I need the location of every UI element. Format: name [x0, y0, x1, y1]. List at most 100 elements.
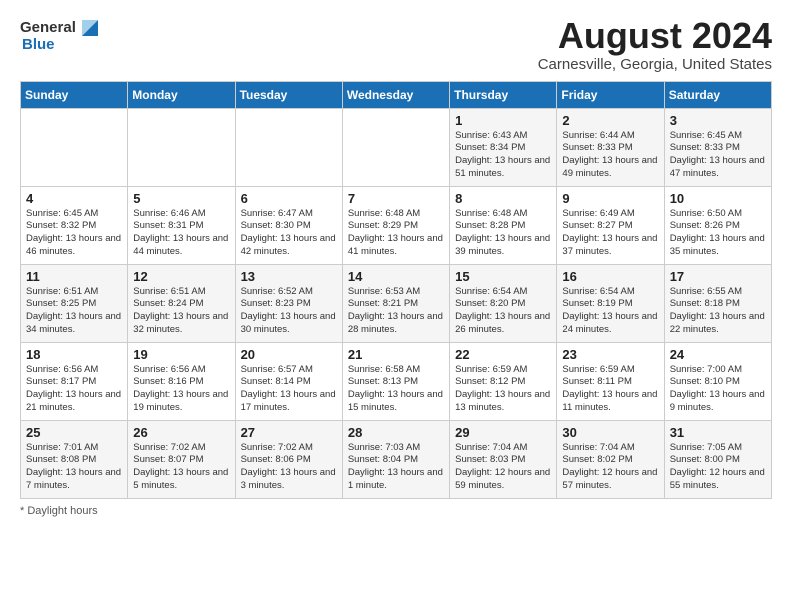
- day-number: 12: [133, 269, 229, 284]
- table-row: 29 Sunrise: 7:04 AM Sunset: 8:03 PM Dayli…: [450, 420, 557, 498]
- table-row: 22 Sunrise: 6:59 AM Sunset: 8:12 PM Dayli…: [450, 342, 557, 420]
- day-number: 29: [455, 425, 551, 440]
- day-number: 31: [670, 425, 766, 440]
- day-number: 30: [562, 425, 658, 440]
- day-number: 1: [455, 113, 551, 128]
- day-number: 28: [348, 425, 444, 440]
- day-number: 26: [133, 425, 229, 440]
- table-row: 27Sunrise: 7:02 AM Sunset: 8:06 PM Dayli…: [235, 420, 342, 498]
- day-info: Sunrise: 6:50 AM Sunset: 8:26 PM Dayligh…: [670, 208, 766, 259]
- table-row: 5 Sunrise: 6:46 AM Sunset: 8:31 PM Daylig…: [128, 186, 235, 264]
- day-info: Sunrise: 6:44 AM Sunset: 8:33 PM Dayligh…: [562, 130, 658, 181]
- day-number: 11: [26, 269, 122, 284]
- day-number: 10: [670, 191, 766, 206]
- day-number: 22: [455, 347, 551, 362]
- table-row: 4Sunrise: 6:45 AM Sunset: 8:32 PM Daylig…: [21, 186, 128, 264]
- table-row: 1 Sunrise: 6:43 AM Sunset: 8:34 PM Daylig…: [450, 108, 557, 186]
- logo-blue-text: Blue: [22, 36, 55, 53]
- table-row: 20 Sunrise: 6:57 AM Sunset: 8:14 PM Dayli…: [235, 342, 342, 420]
- day-info: Sunrise: 6:51 AM Sunset: 8:24 PM Dayligh…: [133, 286, 229, 337]
- day-number: 4: [26, 191, 122, 206]
- table-row: 14Sunrise: 6:53 AM Sunset: 8:21 PM Dayli…: [342, 264, 449, 342]
- day-number: 25: [26, 425, 122, 440]
- day-info: Sunrise: 6:47 AM Sunset: 8:30 PM Dayligh…: [241, 208, 337, 259]
- table-row: [21, 108, 128, 186]
- day-info: Sunrise: 6:58 AM Sunset: 8:13 PM Dayligh…: [348, 364, 444, 415]
- header-friday: Friday: [557, 81, 664, 108]
- header-thursday: Thursday: [450, 81, 557, 108]
- table-row: [128, 108, 235, 186]
- day-number: 27: [241, 425, 337, 440]
- table-row: 23 Sunrise: 6:59 AM Sunset: 8:11 PM Dayli…: [557, 342, 664, 420]
- table-row: 9 Sunrise: 6:49 AM Sunset: 8:27 PM Daylig…: [557, 186, 664, 264]
- day-number: 17: [670, 269, 766, 284]
- table-row: 13 Sunrise: 6:52 AM Sunset: 8:23 PM Dayli…: [235, 264, 342, 342]
- day-info: Sunrise: 6:55 AM Sunset: 8:18 PM Dayligh…: [670, 286, 766, 337]
- day-info: Sunrise: 7:01 AM Sunset: 8:08 PM Dayligh…: [26, 442, 122, 493]
- header: General Blue August 2024 Carnesville, Ge…: [20, 16, 772, 73]
- day-number: 9: [562, 191, 658, 206]
- table-row: 15 Sunrise: 6:54 AM Sunset: 8:20 PM Dayli…: [450, 264, 557, 342]
- day-info: Sunrise: 6:51 AM Sunset: 8:25 PM Dayligh…: [26, 286, 122, 337]
- day-info: Sunrise: 6:59 AM Sunset: 8:11 PM Dayligh…: [562, 364, 658, 415]
- calendar-header: Sunday Monday Tuesday Wednesday Thursday…: [21, 81, 772, 108]
- day-info: Sunrise: 6:49 AM Sunset: 8:27 PM Dayligh…: [562, 208, 658, 259]
- day-number: 7: [348, 191, 444, 206]
- day-info: Sunrise: 6:53 AM Sunset: 8:21 PM Dayligh…: [348, 286, 444, 337]
- day-info: Sunrise: 6:54 AM Sunset: 8:20 PM Dayligh…: [455, 286, 551, 337]
- calendar-table: Sunday Monday Tuesday Wednesday Thursday…: [20, 81, 772, 499]
- calendar-title: August 2024: [538, 16, 772, 56]
- header-wednesday: Wednesday: [342, 81, 449, 108]
- day-number: 23: [562, 347, 658, 362]
- table-row: 28 Sunrise: 7:03 AM Sunset: 8:04 PM Dayli…: [342, 420, 449, 498]
- table-row: 18Sunrise: 6:56 AM Sunset: 8:17 PM Dayli…: [21, 342, 128, 420]
- day-info: Sunrise: 6:48 AM Sunset: 8:28 PM Dayligh…: [455, 208, 551, 259]
- table-row: [342, 108, 449, 186]
- table-row: 17 Sunrise: 6:55 AM Sunset: 8:18 PM Dayli…: [664, 264, 771, 342]
- logo-general-text: General: [20, 19, 76, 36]
- day-number: 13: [241, 269, 337, 284]
- header-sunday: Sunday: [21, 81, 128, 108]
- day-number: 19: [133, 347, 229, 362]
- day-number: 16: [562, 269, 658, 284]
- header-tuesday: Tuesday: [235, 81, 342, 108]
- day-info: Sunrise: 6:56 AM Sunset: 8:16 PM Dayligh…: [133, 364, 229, 415]
- table-row: [235, 108, 342, 186]
- day-info: Sunrise: 6:59 AM Sunset: 8:12 PM Dayligh…: [455, 364, 551, 415]
- table-row: 10 Sunrise: 6:50 AM Sunset: 8:26 PM Dayli…: [664, 186, 771, 264]
- table-row: 16 Sunrise: 6:54 AM Sunset: 8:19 PM Dayli…: [557, 264, 664, 342]
- table-row: 25 Sunrise: 7:01 AM Sunset: 8:08 PM Dayli…: [21, 420, 128, 498]
- title-area: August 2024 Carnesville, Georgia, United…: [538, 16, 772, 73]
- table-row: 31Sunrise: 7:05 AM Sunset: 8:00 PM Dayli…: [664, 420, 771, 498]
- day-number: 3: [670, 113, 766, 128]
- table-row: 24Sunrise: 7:00 AM Sunset: 8:10 PM Dayli…: [664, 342, 771, 420]
- day-info: Sunrise: 7:04 AM Sunset: 8:03 PM Dayligh…: [455, 442, 551, 493]
- day-number: 15: [455, 269, 551, 284]
- logo-triangle-icon: [78, 16, 102, 40]
- day-number: 20: [241, 347, 337, 362]
- day-number: 18: [26, 347, 122, 362]
- day-info: Sunrise: 6:46 AM Sunset: 8:31 PM Dayligh…: [133, 208, 229, 259]
- day-number: 21: [348, 347, 444, 362]
- header-saturday: Saturday: [664, 81, 771, 108]
- table-row: 3Sunrise: 6:45 AM Sunset: 8:33 PM Daylig…: [664, 108, 771, 186]
- calendar-subtitle: Carnesville, Georgia, United States: [538, 56, 772, 73]
- day-number: 24: [670, 347, 766, 362]
- day-info: Sunrise: 7:03 AM Sunset: 8:04 PM Dayligh…: [348, 442, 444, 493]
- table-row: 21 Sunrise: 6:58 AM Sunset: 8:13 PM Dayli…: [342, 342, 449, 420]
- day-info: Sunrise: 6:57 AM Sunset: 8:14 PM Dayligh…: [241, 364, 337, 415]
- day-number: 8: [455, 191, 551, 206]
- day-info: Sunrise: 6:54 AM Sunset: 8:19 PM Dayligh…: [562, 286, 658, 337]
- logo: General Blue: [20, 16, 102, 53]
- day-info: Sunrise: 6:43 AM Sunset: 8:34 PM Dayligh…: [455, 130, 551, 181]
- day-info: Sunrise: 7:02 AM Sunset: 8:07 PM Dayligh…: [133, 442, 229, 493]
- day-info: Sunrise: 6:52 AM Sunset: 8:23 PM Dayligh…: [241, 286, 337, 337]
- table-row: 8 Sunrise: 6:48 AM Sunset: 8:28 PM Daylig…: [450, 186, 557, 264]
- header-monday: Monday: [128, 81, 235, 108]
- day-number: 5: [133, 191, 229, 206]
- table-row: 2Sunrise: 6:44 AM Sunset: 8:33 PM Daylig…: [557, 108, 664, 186]
- calendar-body: 1 Sunrise: 6:43 AM Sunset: 8:34 PM Daylig…: [21, 108, 772, 498]
- table-row: 26 Sunrise: 7:02 AM Sunset: 8:07 PM Dayli…: [128, 420, 235, 498]
- table-row: 12 Sunrise: 6:51 AM Sunset: 8:24 PM Dayli…: [128, 264, 235, 342]
- table-row: 7Sunrise: 6:48 AM Sunset: 8:29 PM Daylig…: [342, 186, 449, 264]
